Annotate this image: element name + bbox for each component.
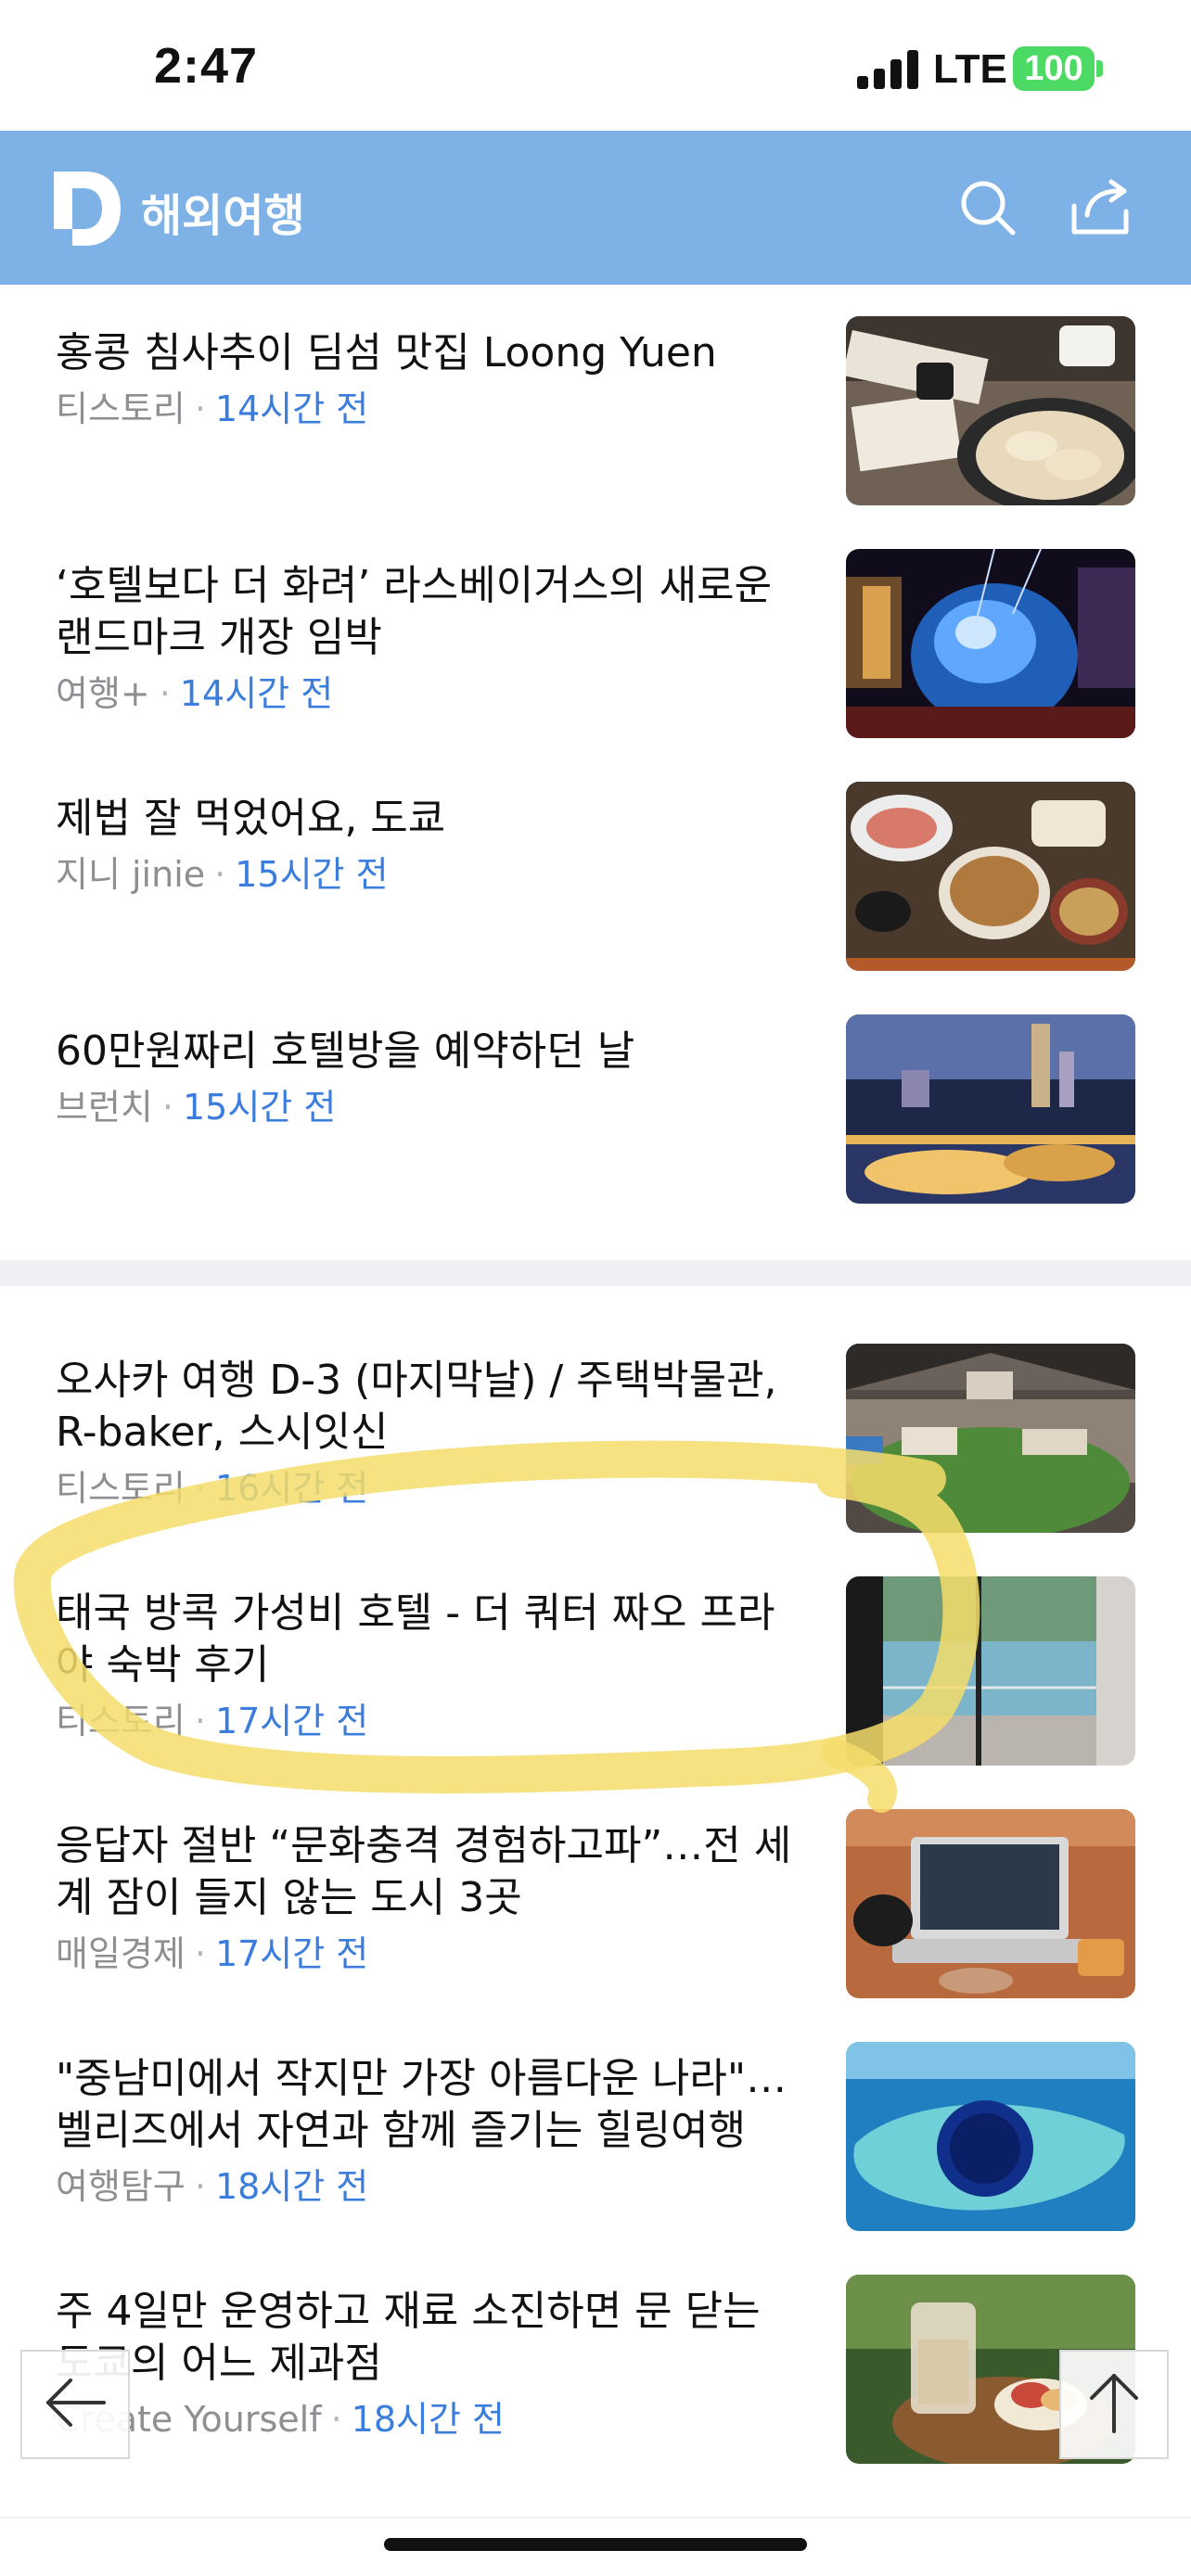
scroll-top-button[interactable]	[1059, 2350, 1169, 2459]
article-source: 티스토리	[56, 1468, 186, 1509]
las-vegas-sphere-photo[interactable]	[846, 549, 1135, 738]
article-time: 18시간 전	[214, 2166, 369, 2207]
list-item[interactable]: 주 4일만 운영하고 재료 소진하면 문 닫는 도쿄의 어느 제과점 Creat…	[0, 2275, 1191, 2508]
list-item[interactable]: 60만원짜리 호텔방을 예약하던 날 브런치 · 15시간 전	[0, 1014, 1191, 1248]
meta-separator: ·	[194, 1933, 206, 1974]
meta-separator: ·	[161, 1087, 173, 1128]
list-item[interactable]: ‘호텔보다 더 화려’ 라스베이거스의 새로운 랜드마크 개장 임박 여행+ · 1…	[0, 549, 1191, 783]
article-title[interactable]: 제법 잘 먹었어요, 도쿄	[56, 793, 798, 845]
list-item[interactable]: 제법 잘 먹었어요, 도쿄 지니 jinie · 15시간 전	[0, 782, 1191, 1015]
article-source: 티스토리	[56, 389, 186, 429]
article-meta: 티스토리 · 17시간 전	[56, 1699, 368, 1743]
section-divider	[0, 1260, 1191, 1286]
blue-hole-photo[interactable]	[846, 2042, 1135, 2231]
arrow-up-icon	[1086, 2370, 1142, 2439]
list-item[interactable]: 홍콩 침사추이 딤섬 맛집 Loong Yuen 티스토리 · 14시간 전	[0, 316, 1191, 550]
article-title[interactable]: 홍콩 침사추이 딤섬 맛집 Loong Yuen	[56, 327, 798, 379]
meta-separator: ·	[330, 2399, 342, 2440]
article-meta: 매일경제 · 17시간 전	[56, 1932, 368, 1976]
article-meta: 티스토리 · 16시간 전	[56, 1466, 368, 1511]
meta-separator: ·	[194, 389, 206, 429]
theme-park-photo[interactable]	[846, 1344, 1135, 1533]
home-indicator[interactable]	[384, 2538, 807, 2551]
article-time: 17시간 전	[214, 1701, 369, 1741]
article-source: 여행+	[56, 673, 150, 714]
article-source: 매일경제	[56, 1933, 186, 1974]
list-item[interactable]: 태국 방콕 가성비 호텔 - 더 쿼터 짜오 프라야 숙박 후기 티스토리 · 17…	[0, 1576, 1191, 1810]
back-button[interactable]	[20, 2350, 130, 2459]
meta-separator: ·	[194, 2166, 206, 2207]
article-time: 14시간 전	[214, 389, 369, 429]
share-icon[interactable]	[1059, 166, 1143, 249]
article-meta: 지니 jinie · 15시간 전	[56, 852, 389, 897]
article-time: 16시간 전	[214, 1468, 369, 1509]
list-item[interactable]: "중남미에서 작지만 가장 아름다운 나라"… 벨리즈에서 자연과 함께 즐기는…	[0, 2042, 1191, 2276]
article-source: 브런치	[56, 1087, 153, 1128]
status-time: 2:47	[154, 38, 259, 94]
list-item[interactable]: 응답자 절반 “문화충격 경험하고파”…전 세계 잠이 들지 않는 도시 3곳 …	[0, 1809, 1191, 2043]
city-night-photo[interactable]	[846, 1014, 1135, 1204]
network-type: LTE	[933, 46, 1007, 92]
meta-separator: ·	[214, 854, 226, 895]
article-meta: 여행탐구 · 18시간 전	[56, 2164, 368, 2209]
laptop-desk-photo[interactable]	[846, 1809, 1135, 1998]
status-bar: 2:47 LTE 100	[0, 0, 1191, 131]
app-header: 해외여행	[0, 131, 1191, 285]
signal-icon	[857, 48, 922, 89]
article-time: 15시간 전	[182, 1087, 337, 1128]
article-time: 15시간 전	[235, 854, 389, 895]
article-title[interactable]: ‘호텔보다 더 화려’ 라스베이거스의 새로운 랜드마크 개장 임박	[56, 560, 798, 664]
search-icon[interactable]	[946, 166, 1030, 249]
arrow-left-icon	[43, 2375, 108, 2434]
list-item[interactable]: 오사카 여행 D-3 (마지막날) / 주택박물관, R-baker, 스시잇신…	[0, 1344, 1191, 1577]
meta-separator: ·	[194, 1701, 206, 1741]
article-meta: 티스토리 · 14시간 전	[56, 387, 368, 431]
article-title[interactable]: 주 4일만 운영하고 재료 소진하면 문 닫는 도쿄의 어느 제과점	[56, 2286, 798, 2390]
battery-icon: 100	[1013, 46, 1095, 91]
article-meta: 여행+ · 14시간 전	[56, 671, 333, 716]
page-title: 해외여행	[141, 190, 305, 242]
japanese-meal-photo[interactable]	[846, 782, 1135, 971]
article-title[interactable]: 응답자 절반 “문화충격 경험하고파”…전 세계 잠이 들지 않는 도시 3곳	[56, 1820, 798, 1924]
article-time: 14시간 전	[179, 673, 334, 714]
article-time: 17시간 전	[214, 1933, 369, 1974]
article-title[interactable]: "중남미에서 작지만 가장 아름다운 나라"… 벨리즈에서 자연과 함께 즐기는…	[56, 2053, 798, 2157]
meta-separator: ·	[159, 673, 171, 714]
article-time: 18시간 전	[351, 2399, 505, 2440]
dim-sum-photo[interactable]	[846, 316, 1135, 505]
article-source: 지니 jinie	[56, 854, 206, 895]
hotel-pool-photo[interactable]	[846, 1576, 1135, 1766]
article-title[interactable]: 60만원짜리 호텔방을 예약하던 날	[56, 1026, 798, 1078]
battery-nub	[1096, 60, 1103, 77]
article-source: 티스토리	[56, 1701, 186, 1741]
meta-separator: ·	[194, 1468, 206, 1509]
article-meta: 브런치 · 15시간 전	[56, 1085, 336, 1129]
article-source: 여행탐구	[56, 2166, 186, 2207]
article-title[interactable]: 태국 방콕 가성비 호텔 - 더 쿼터 짜오 프라야 숙박 후기	[56, 1588, 798, 1691]
daum-logo-icon[interactable]	[54, 172, 121, 246]
article-title[interactable]: 오사카 여행 D-3 (마지막날) / 주택박물관, R-baker, 스시잇신	[56, 1355, 798, 1459]
